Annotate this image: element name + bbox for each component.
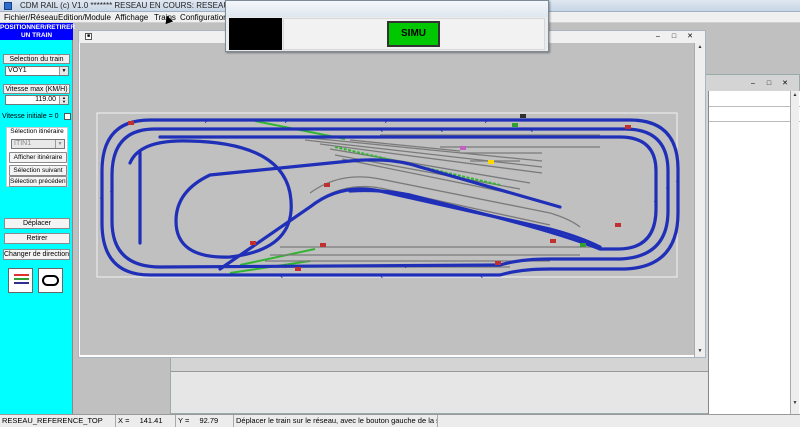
svg-text:→: → xyxy=(480,117,488,127)
move-button[interactable]: Déplacer xyxy=(4,218,70,229)
change-direction-button[interactable]: Changer de direction xyxy=(3,249,70,260)
menu-fichier-reseau[interactable]: Fichier/Réseau xyxy=(4,13,58,22)
initial-speed-label: Vitesse initiale = 0 xyxy=(2,113,59,120)
menu-affichage[interactable]: Affichage xyxy=(115,13,148,22)
background-bottom-area xyxy=(171,371,708,413)
maximize-icon[interactable]: □ xyxy=(669,33,679,41)
track-view-button[interactable] xyxy=(8,268,33,293)
stripes-icon xyxy=(14,274,29,288)
svg-text:↑: ↑ xyxy=(98,196,106,206)
show-route-button[interactable]: Afficher itinéraire xyxy=(9,152,67,163)
route-select-value: ITIN1 xyxy=(14,140,32,147)
svg-text:←: ← xyxy=(280,272,288,282)
svg-text:→: → xyxy=(200,117,208,127)
status-x-label: X = xyxy=(118,416,130,425)
svg-text:→: → xyxy=(280,117,288,127)
main-track xyxy=(100,118,680,277)
status-y-label: Y = xyxy=(178,416,190,425)
status-empty-cell xyxy=(438,415,800,427)
background-window-controls: – □ ✕ xyxy=(747,78,795,88)
status-y-coordinate: Y = 92.79 xyxy=(176,415,234,427)
scroll-down-icon[interactable]: ▼ xyxy=(696,347,704,355)
loop-icon xyxy=(42,275,59,286)
menu-edition-module[interactable]: Edition/Module xyxy=(58,13,111,22)
scroll-up-icon[interactable]: ▲ xyxy=(696,43,704,51)
menu-configuration[interactable]: Configuration xyxy=(180,13,228,22)
status-network-name: RESEAU_REFERENCE_TOP xyxy=(0,415,116,427)
svg-text:←: ← xyxy=(380,272,388,282)
status-x-coordinate: X = 141.41 xyxy=(116,415,176,427)
train-control-panel: POSITIONNER/RETIRER UN TRAIN Selection d… xyxy=(0,23,76,414)
window-system-icon[interactable]: ■ xyxy=(85,33,92,40)
simulation-popup: SIMU xyxy=(225,0,549,52)
track-layout-canvas[interactable]: → → → → ← ← ← ← ← ← → → ↓ ↑ ↓ ↑ ↓ xyxy=(80,43,694,355)
popup-titlebar xyxy=(226,1,548,17)
app-icon xyxy=(4,2,12,10)
route-group-label: Sélection itinéraire xyxy=(10,128,64,135)
stepper-arrows-icon[interactable]: ▲ ▼ xyxy=(59,96,68,104)
svg-text:→: → xyxy=(400,262,408,272)
train-select[interactable]: VOY1 ▼ xyxy=(5,66,69,76)
status-y-value: 92.79 xyxy=(199,416,219,425)
svg-text:←: ← xyxy=(480,272,488,282)
train-select-label: Selection du train xyxy=(3,54,70,64)
prev-selection-button[interactable]: Sélection précédent xyxy=(9,176,67,187)
network-vertical-scrollbar[interactable]: ▲ ▼ xyxy=(694,43,705,357)
initial-speed-row[interactable]: Vitesse initiale = 0 xyxy=(2,112,72,122)
svg-text:↓: ↓ xyxy=(108,186,116,196)
background-list-panel xyxy=(708,91,800,415)
chevron-down-icon[interactable]: ▼ xyxy=(59,67,68,75)
loop-view-button[interactable] xyxy=(38,268,63,293)
svg-text:←: ← xyxy=(440,126,448,136)
svg-text:←: ← xyxy=(530,126,538,136)
speed-stepper[interactable]: 119.00 ▲ ▼ xyxy=(5,95,69,105)
scroll-up-icon[interactable]: ▲ xyxy=(791,91,799,99)
route-groupbox: Sélection itinéraire ITIN1 ▼ Afficher it… xyxy=(6,127,68,187)
background-vertical-scrollbar[interactable]: ▲ ▼ xyxy=(790,91,799,415)
status-message: Déplacer le train sur le réseau, avec le… xyxy=(236,415,438,427)
svg-text:↓: ↓ xyxy=(674,176,682,186)
scroll-down-icon[interactable]: ▼ xyxy=(791,399,799,407)
svg-text:←: ← xyxy=(380,126,388,136)
status-bar: RESEAU_REFERENCE_TOP X = 141.41 Y = 92.7… xyxy=(0,414,800,427)
svg-text:↓: ↓ xyxy=(652,196,660,206)
upper-sidings xyxy=(289,134,600,196)
minimize-icon[interactable]: – xyxy=(653,33,663,41)
panel-header: POSITIONNER/RETIRER UN TRAIN xyxy=(0,23,76,40)
chevron-down-icon[interactable]: ▼ xyxy=(55,140,64,148)
network-window: ■ – □ ✕ → → → → ← ← ← ← ← ← → → ↓ ↑ ↓ ↑ … xyxy=(78,30,706,358)
minimize-icon[interactable]: – xyxy=(747,80,759,88)
simulation-display xyxy=(229,18,282,50)
route-select[interactable]: ITIN1 ▼ xyxy=(11,139,65,149)
track-layout-drawing[interactable]: → → → → ← ← ← ← ← ← → → ↓↑↓ ↑↓ xyxy=(80,43,694,355)
remove-button[interactable]: Retirer xyxy=(4,233,70,244)
maximize-icon[interactable]: □ xyxy=(763,80,775,88)
initial-speed-checkbox[interactable] xyxy=(64,113,71,120)
speed-label: Vitesse max (KM/H) xyxy=(3,84,70,94)
svg-text:↑: ↑ xyxy=(664,186,672,196)
close-icon[interactable]: ✕ xyxy=(779,80,791,88)
simu-button[interactable]: SIMU xyxy=(387,21,440,47)
speed-value: 119.00 xyxy=(35,96,56,103)
svg-text:→: → xyxy=(280,262,288,272)
close-icon[interactable]: ✕ xyxy=(685,33,695,41)
status-x-value: 141.41 xyxy=(139,416,163,425)
next-selection-button[interactable]: Sélection suivant xyxy=(9,165,67,176)
train-select-value: VOY1 xyxy=(8,67,27,74)
